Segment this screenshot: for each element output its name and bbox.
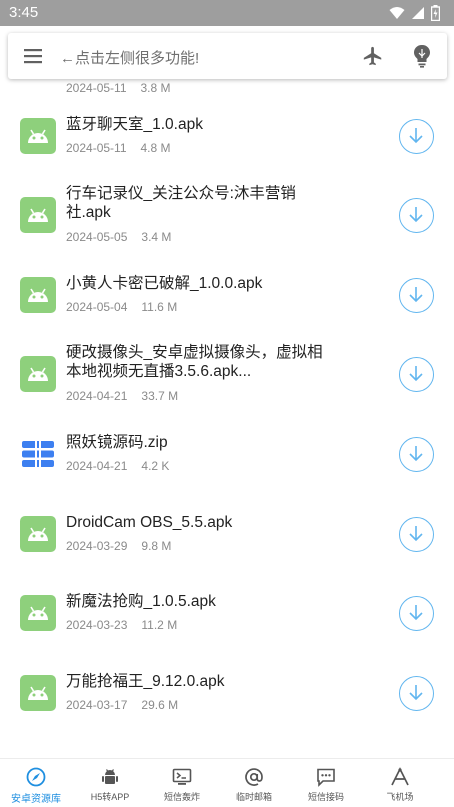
android-icon (20, 117, 56, 154)
download-button[interactable] (399, 675, 434, 711)
nav-h5-to-app[interactable]: H5转APP (74, 759, 146, 807)
list-item[interactable]: 万能抢福王_9.12.0.apk 2024-03-17 29.6 M (0, 651, 454, 731)
android-icon (20, 674, 56, 711)
nav-label: 临时邮箱 (235, 792, 272, 802)
search-bar[interactable]: ←点击左侧很多功能! (8, 33, 447, 79)
status-bar: 3:45 (0, 0, 454, 26)
file-name: 硬改摄像头_安卓虚拟摄像头，虚拟相本地视频无直播3.5.6.apk... (66, 344, 323, 381)
file-list-items: 2024-05-11 3.8 M 蓝牙聊天室_1.0.apk 2024-05-11… (0, 82, 454, 730)
sms-icon (317, 768, 335, 787)
file-name: 万能抢福王_9.12.0.apk (66, 672, 225, 690)
file-meta: 2024-05-04 11.6 M (66, 300, 177, 314)
wifi-icon (389, 6, 405, 19)
file-date: 2024-04-21 (66, 389, 128, 404)
download-icon (409, 366, 423, 382)
android-robot-icon (102, 769, 118, 784)
android-icon (20, 276, 56, 313)
status-time: 3:45 (9, 4, 39, 21)
android-icon (20, 515, 56, 552)
file-name: DroidCam OBS_5.5.apk (66, 513, 233, 531)
nav-sms-bomb[interactable]: 短信轰炸 (146, 759, 218, 807)
file-size: 4.2 K (141, 458, 170, 473)
file-date: 2024-05-05 (66, 230, 128, 245)
nav-android-resources[interactable]: 安卓资源库 (0, 759, 72, 807)
file-date: 2024-05-11 (66, 140, 127, 155)
file-meta: 2024-04-21 33.7 M (66, 389, 178, 403)
nav-sms-receive[interactable]: 短信接码 (290, 759, 362, 807)
zip-icon (20, 436, 56, 472)
status-icons (389, 4, 440, 21)
list-item[interactable]: 新魔法抢购_1.0.5.apk 2024-03-23 11.2 M (0, 571, 454, 651)
file-date: 2024-03-29 (66, 538, 128, 553)
list-item[interactable]: 行车记录仪_关注公众号:沐丰营销社.apk 2024-05-05 3.4 M (0, 173, 454, 253)
file-name: 小黄人卡密已破解_1.0.0.apk (66, 274, 263, 292)
list-item[interactable]: 小黄人卡密已破解_1.0.0.apk 2024-05-04 11.6 M (0, 253, 454, 333)
list-item[interactable]: 硬改摄像头_安卓虚拟摄像头，虚拟相本地视频无直播3.5.6.apk... 202… (0, 332, 454, 412)
nav-label: H5转APP (90, 792, 130, 802)
lightbulb-icon[interactable] (412, 44, 432, 68)
nav-label: 安卓资源库 (11, 794, 61, 805)
file-size: 11.6 M (141, 299, 178, 314)
download-button[interactable] (399, 516, 434, 552)
android-icon (20, 595, 56, 632)
file-size: 9.8 M (141, 538, 172, 553)
signal-icon (412, 6, 424, 19)
file-name: 新魔法抢购_1.0.5.apk (66, 593, 216, 611)
list-item[interactable]: 蓝牙聊天室_1.0.apk 2024-05-11 4.8 M (0, 94, 454, 174)
file-size: 3.4 M (141, 230, 172, 245)
download-icon (409, 684, 423, 700)
nav-label: 飞机场 (386, 792, 414, 802)
file-name: 蓝牙聊天室_1.0.apk (66, 115, 203, 133)
download-icon (409, 286, 423, 302)
compass-icon (26, 767, 46, 787)
file-meta: 2024-03-17 29.6 M (66, 698, 178, 712)
file-size: 11.2 M (141, 618, 178, 633)
file-name: 照妖镜源码.zip (66, 433, 168, 451)
nav-airport[interactable]: 飞机场 (364, 759, 436, 807)
file-date: 2024-05-04 (66, 299, 128, 314)
file-meta: 2024-05-05 3.4 M (66, 230, 171, 244)
download-button[interactable] (399, 436, 434, 472)
search-input[interactable]: ←点击左侧很多功能! (60, 47, 199, 68)
airplane-icon[interactable] (362, 45, 384, 67)
file-date: 2024-03-23 (66, 618, 128, 633)
download-button[interactable] (399, 277, 434, 313)
bottom-navigation: 安卓资源库 H5转APP 短信轰炸 临时邮箱 短信接码 飞机场 (0, 758, 454, 807)
list-item[interactable]: 2024-05-11 3.8 M (0, 82, 454, 95)
file-name: 行车记录仪_关注公众号:沐丰营销社.apk (66, 185, 296, 222)
file-meta: 2024-05-11 4.8 M (66, 141, 171, 155)
plane-icon (391, 767, 409, 786)
download-icon (409, 445, 423, 462)
download-button[interactable] (399, 198, 434, 234)
file-size: 4.8 M (140, 140, 171, 155)
at-icon (245, 768, 263, 786)
file-meta: 2024-03-23 11.2 M (66, 618, 177, 632)
download-icon (409, 127, 423, 143)
file-date: 2024-04-21 (66, 458, 128, 473)
file-meta: 2024-03-29 9.8 M (66, 539, 171, 553)
file-list[interactable]: 2024-05-11 3.8 M 蓝牙聊天室_1.0.apk 2024-05-11… (0, 82, 454, 758)
battery-icon (431, 4, 440, 21)
file-size: 33.7 M (141, 389, 179, 404)
download-button[interactable] (399, 596, 434, 632)
file-meta: 2024-04-21 4.2 K (66, 459, 169, 473)
nav-temp-email[interactable]: 临时邮箱 (218, 759, 290, 807)
download-button[interactable] (399, 118, 434, 154)
nav-label: 短信轰炸 (163, 792, 200, 802)
download-button[interactable] (399, 357, 434, 393)
file-size: 29.6 M (141, 697, 179, 712)
list-item[interactable]: 照妖镜源码.zip 2024-04-21 4.2 K (0, 412, 454, 492)
download-icon (409, 605, 423, 621)
list-item[interactable]: DroidCam OBS_5.5.apk 2024-03-29 9.8 M (0, 492, 454, 572)
nav-label: 短信接码 (307, 792, 344, 802)
terminal-icon (172, 768, 192, 785)
download-icon (409, 525, 423, 541)
android-icon (20, 356, 56, 393)
android-icon (20, 197, 56, 234)
menu-icon[interactable] (22, 46, 44, 66)
download-icon (409, 207, 423, 223)
file-date: 2024-03-17 (66, 697, 128, 712)
